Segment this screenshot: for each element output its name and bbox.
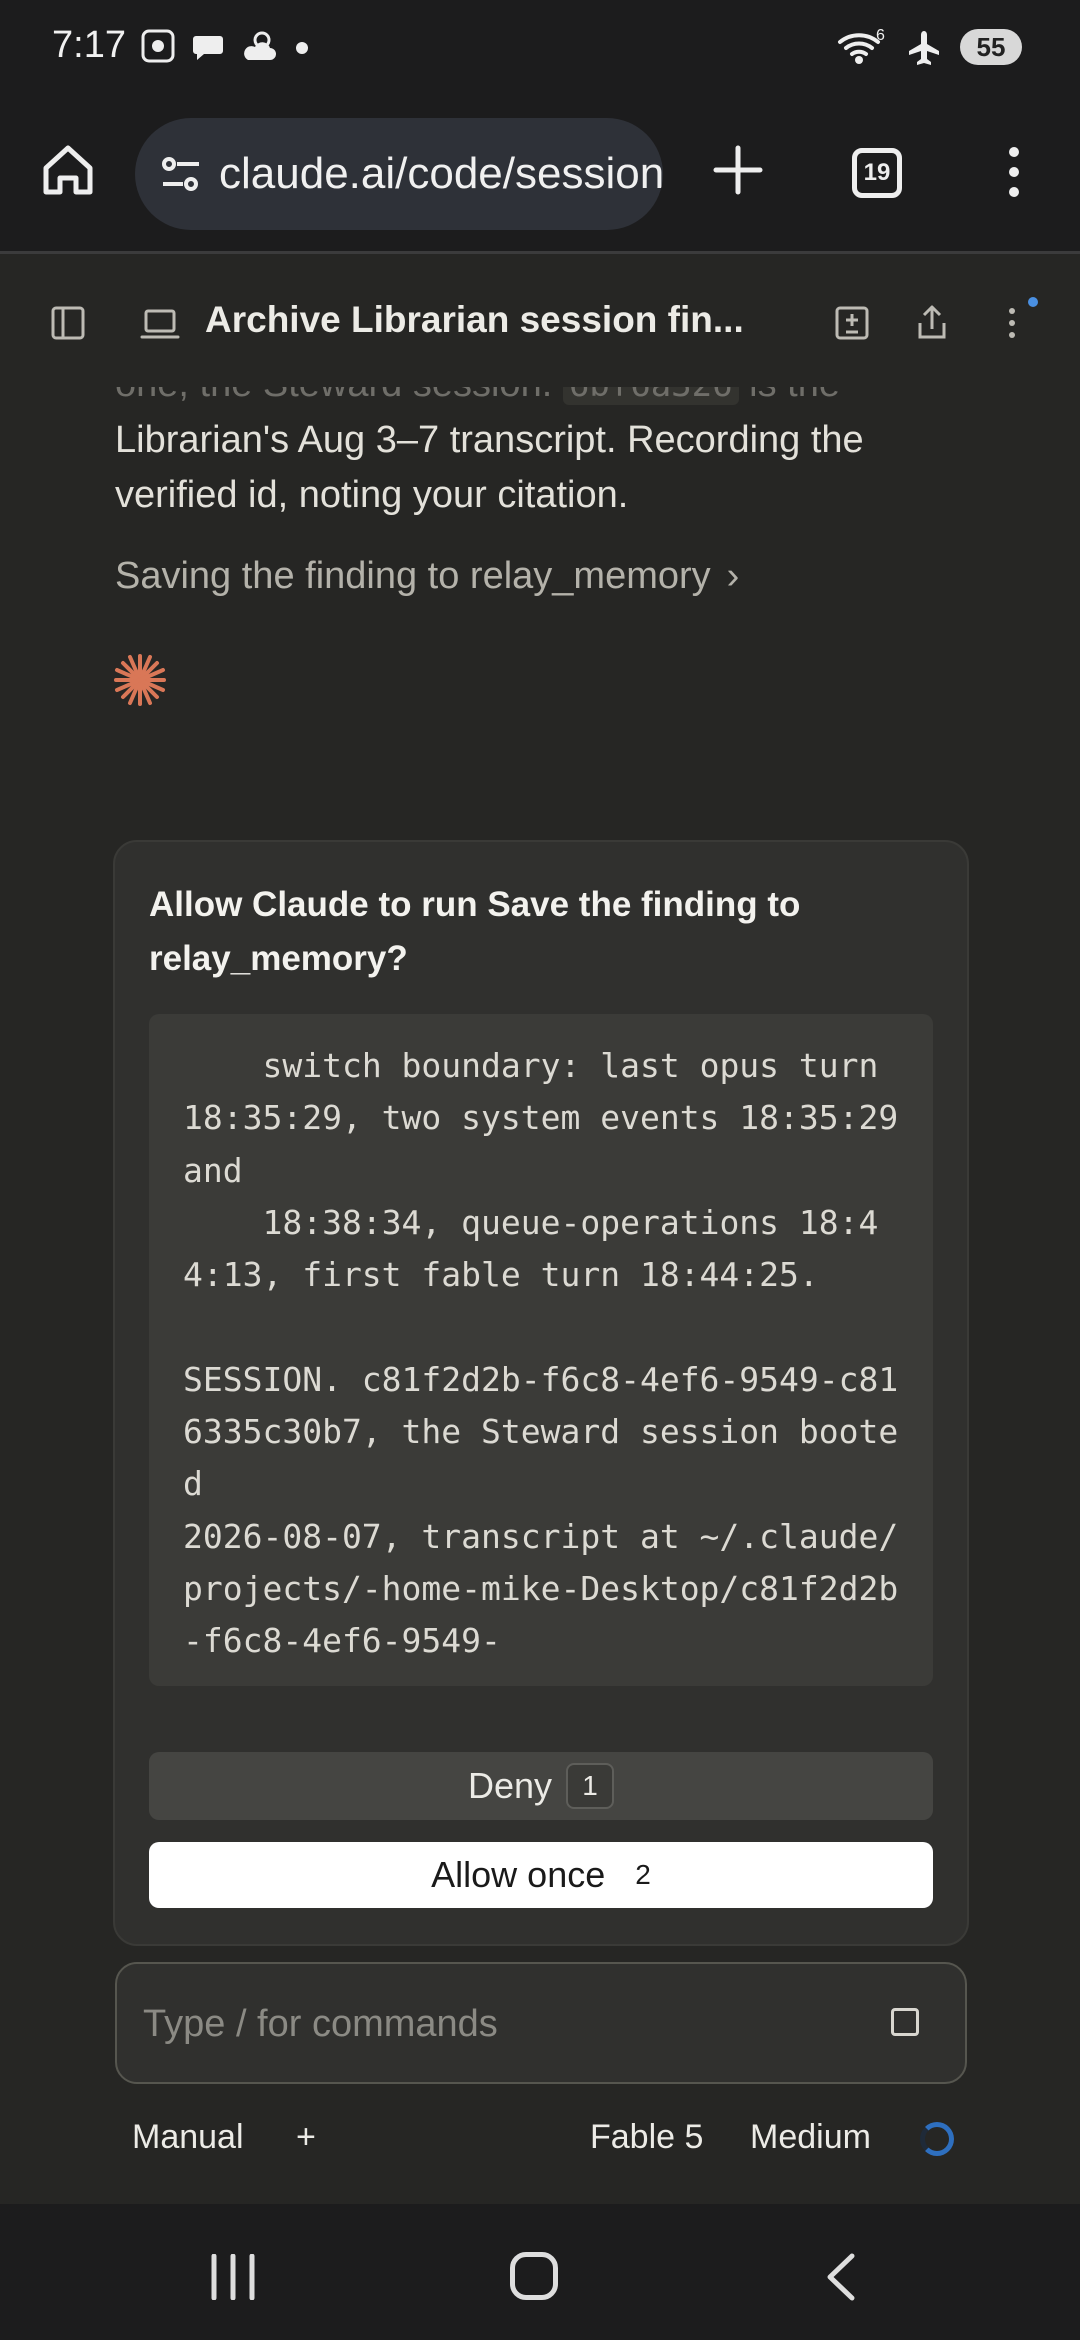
allow-once-button[interactable]: Allow once 2 bbox=[149, 1842, 933, 1908]
new-tab-icon[interactable] bbox=[710, 142, 766, 198]
deny-label: Deny bbox=[467, 1765, 553, 1806]
claude-spark-icon bbox=[114, 654, 166, 706]
command-text: switch boundary: last opus turn 18:35:29… bbox=[183, 1046, 899, 1661]
notification-dot bbox=[1028, 297, 1038, 307]
site-settings-icon[interactable] bbox=[157, 150, 205, 198]
svg-text:6: 6 bbox=[876, 28, 885, 44]
tool-call-label: Saving the finding to relay_memory bbox=[115, 555, 711, 597]
sidebar-toggle-icon[interactable] bbox=[50, 305, 86, 341]
notification-icons bbox=[140, 28, 312, 64]
system-nav-bar bbox=[0, 2204, 1080, 2340]
home-icon[interactable] bbox=[40, 142, 96, 198]
session-title[interactable]: Archive Librarian session fin... bbox=[205, 299, 745, 341]
deny-button[interactable]: Deny 1 bbox=[149, 1752, 933, 1820]
back-icon[interactable] bbox=[820, 2252, 860, 2302]
tab-switcher-button[interactable]: 19 bbox=[852, 148, 902, 198]
allow-label: Allow once bbox=[431, 1854, 606, 1895]
diff-icon[interactable] bbox=[832, 303, 872, 343]
more-menu-icon[interactable] bbox=[994, 142, 1034, 202]
permission-title: Allow Claude to run Save the finding to … bbox=[149, 885, 801, 978]
loading-spinner-icon bbox=[920, 2122, 954, 2156]
screenshot-icon bbox=[141, 29, 175, 63]
session-menu-icon[interactable] bbox=[992, 303, 1032, 343]
battery-indicator: 55 bbox=[960, 29, 1022, 65]
composer bbox=[115, 1962, 967, 2084]
weather-icon bbox=[244, 31, 276, 60]
model-selector[interactable]: Fable 5 bbox=[590, 2118, 703, 2157]
stop-icon[interactable] bbox=[891, 2008, 919, 2036]
command-preview[interactable]: switch boundary: last opus turn 18:35:29… bbox=[149, 1014, 933, 1686]
url-text: claude.ai/code/session bbox=[219, 149, 663, 198]
status-time: 7:17 bbox=[52, 24, 126, 66]
airplane-mode-icon bbox=[909, 31, 939, 65]
recent-apps-icon[interactable] bbox=[208, 2254, 258, 2300]
chat-bubble-icon bbox=[193, 36, 223, 60]
message-line: verified id, noting your citation. bbox=[115, 474, 629, 516]
allow-shortcut-key: 2 bbox=[635, 1859, 651, 1890]
system-icons: 6 55 bbox=[836, 28, 1022, 66]
effort-selector[interactable]: Medium bbox=[750, 2118, 871, 2157]
deny-shortcut-key: 1 bbox=[566, 1763, 615, 1809]
message-line: Librarian's Aug 3–7 transcript. Recordin… bbox=[115, 419, 864, 461]
mode-selector[interactable]: Manual bbox=[132, 2118, 244, 2157]
home-button-icon[interactable] bbox=[510, 2252, 558, 2300]
composer-footer: Manual + Fable 5 Medium bbox=[0, 2110, 1080, 2170]
permission-dialog: Allow Claude to run Save the finding to … bbox=[113, 840, 969, 1946]
browser-toolbar: claude.ai/code/session 19 bbox=[0, 100, 1080, 254]
dot-icon bbox=[296, 42, 308, 54]
chevron-right-icon: › bbox=[726, 555, 740, 597]
add-icon[interactable]: + bbox=[296, 2118, 316, 2157]
address-bar[interactable]: claude.ai/code/session bbox=[135, 118, 663, 230]
app-header: Archive Librarian session fin... bbox=[0, 257, 1080, 387]
status-bar: 7:17 6 55 bbox=[0, 0, 1080, 100]
share-icon[interactable] bbox=[912, 303, 952, 343]
prompt-input[interactable] bbox=[143, 1998, 843, 2050]
laptop-icon bbox=[140, 309, 180, 339]
tool-call-toggle[interactable]: Saving the finding to relay_memory › bbox=[115, 555, 739, 598]
wifi-icon: 6 bbox=[838, 28, 885, 64]
